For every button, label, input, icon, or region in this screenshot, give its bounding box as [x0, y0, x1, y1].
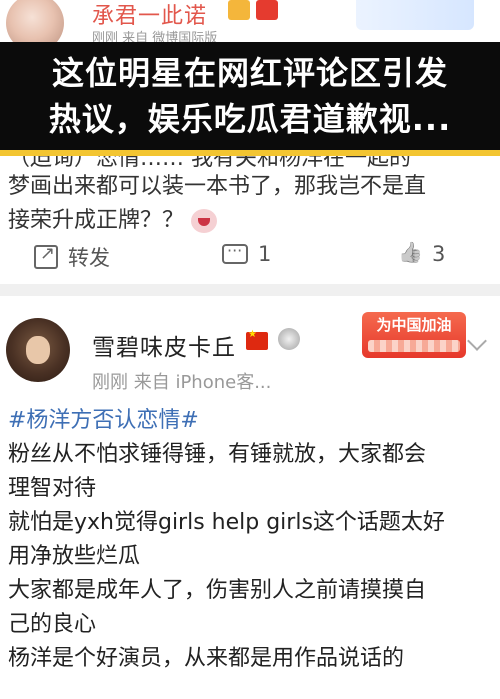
flag-icon	[246, 329, 268, 350]
post-2-text: #杨洋方否认恋情# 粉丝从不怕求锤得锤，有锤就放，大家都会 理智对待 就怕是yx…	[8, 404, 494, 676]
like-button[interactable]: 3	[398, 242, 445, 266]
post-2-meta: 刚刚 来自 iPhone客...	[92, 372, 272, 393]
medal-icon	[278, 328, 300, 350]
post-2-line: 粉丝从不怕求锤得锤，有锤就放，大家都会	[8, 442, 427, 467]
vip-badge-icon	[228, 0, 250, 20]
post-1-author[interactable]: 承君一此诺	[92, 0, 207, 30]
comment-count: 1	[258, 242, 272, 266]
overlay-title-line-2: 热议，娱乐吃瓜君道歉视...	[48, 100, 452, 138]
post-2-line: 用净放些烂瓜	[8, 544, 141, 569]
share-icon	[34, 243, 58, 269]
chevron-down-icon[interactable]	[467, 331, 487, 351]
like-icon	[398, 242, 422, 266]
flag-icon	[256, 0, 278, 20]
promo-banner[interactable]: 为中国加油	[362, 312, 466, 358]
badge-group	[228, 0, 278, 20]
promo-banner-label: 为中国加油	[376, 316, 452, 334]
post-2-line: 己的良心	[8, 612, 97, 637]
post-1-text-cut: （迫询）恋情…… 我有关和杨洋在一起的	[8, 156, 411, 170]
overlay-title-line-1: 这位明星在网红评论区引发	[51, 54, 448, 92]
post-divider	[0, 284, 500, 296]
post-2-line: 就怕是yxh觉得girls help girls这个话题太好	[8, 510, 445, 535]
like-count: 3	[432, 242, 446, 266]
post-2-line: 大家都是成年人了，伤害别人之前请摸摸自	[8, 578, 427, 603]
comment-icon	[222, 241, 248, 264]
promo-banner[interactable]	[356, 0, 474, 30]
post-1-line: 梦画出来都可以装一本书了，那我岂不是直	[8, 174, 427, 199]
promo-banner-decoration	[368, 340, 460, 352]
post-1-text: （迫询）恋情…… 我有关和杨洋在一起的 梦画出来都可以装一本书了，那我岂不是直 …	[8, 156, 494, 238]
overlay-divider	[0, 150, 500, 156]
share-button[interactable]: 转发	[34, 242, 110, 272]
post-2-author[interactable]: 雪碧味皮卡丘	[92, 328, 236, 362]
avatar[interactable]	[6, 318, 70, 382]
post-1-actions: 转发 1 3	[0, 236, 500, 276]
emoji-icon	[191, 209, 218, 233]
post-2-line: 理智对待	[8, 476, 97, 501]
hashtag-link[interactable]: #杨洋方否认恋情#	[8, 404, 494, 438]
post-2-line: 杨洋是个好演员，从来都是用作品说话的	[8, 646, 405, 671]
post-1-line: 接荣升成正牌？？	[8, 208, 185, 233]
avatar-face	[26, 336, 50, 364]
share-label: 转发	[68, 246, 110, 270]
comment-button[interactable]: 1	[222, 241, 272, 266]
